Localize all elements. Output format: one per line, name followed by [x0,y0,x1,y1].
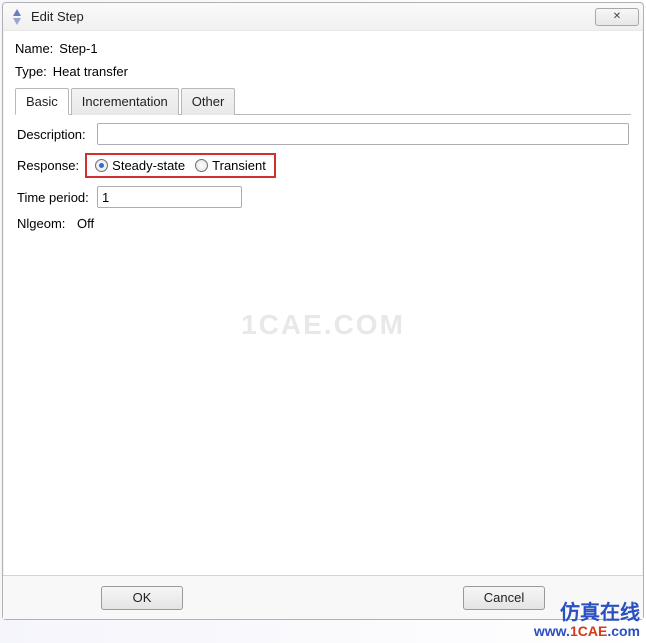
tabs: Basic Incrementation Other [15,87,631,115]
window-title: Edit Step [31,9,595,24]
name-value: Step-1 [59,41,97,56]
tab-incrementation[interactable]: Incrementation [71,88,179,115]
close-icon: ✕ [613,11,621,22]
type-value: Heat transfer [53,64,128,79]
nlgeom-value: Off [77,216,94,231]
radio-transient[interactable]: Transient [195,158,266,173]
edit-step-dialog: Edit Step ✕ Name: Step-1 Type: Heat tran… [2,2,644,620]
description-row: Description: [17,123,629,145]
response-row: Response: Steady-state Transient [17,153,629,178]
nlgeom-label: Nlgeom: [17,216,71,231]
description-label: Description: [17,127,91,142]
nlgeom-row: Nlgeom: Off [17,216,629,231]
response-label: Response: [17,158,79,173]
name-row: Name: Step-1 [15,41,631,56]
radio-label: Steady-state [112,158,185,173]
radio-icon [195,159,208,172]
close-button[interactable]: ✕ [595,8,639,26]
type-label: Type: [15,64,47,79]
time-period-label: Time period: [17,190,91,205]
tab-pane-basic: Description: Response: Steady-state Tran… [15,115,631,247]
ok-label: OK [133,590,152,605]
time-period-row: Time period: [17,186,629,208]
radio-label: Transient [212,158,266,173]
name-label: Name: [15,41,53,56]
description-input[interactable] [97,123,629,145]
watermark: 1CAE.COM [241,309,405,341]
response-radio-group: Steady-state Transient [85,153,276,178]
titlebar: Edit Step ✕ [3,3,643,31]
cancel-label: Cancel [484,590,524,605]
dialog-footer: OK Cancel [3,575,643,619]
tab-basic[interactable]: Basic [15,88,69,115]
tab-other[interactable]: Other [181,88,236,115]
cancel-button[interactable]: Cancel [463,586,545,610]
time-period-input[interactable] [97,186,242,208]
dialog-content: Name: Step-1 Type: Heat transfer Basic I… [3,31,643,247]
app-icon [9,9,25,25]
radio-icon [95,159,108,172]
ok-button[interactable]: OK [101,586,183,610]
radio-steady-state[interactable]: Steady-state [95,158,185,173]
type-row: Type: Heat transfer [15,64,631,79]
